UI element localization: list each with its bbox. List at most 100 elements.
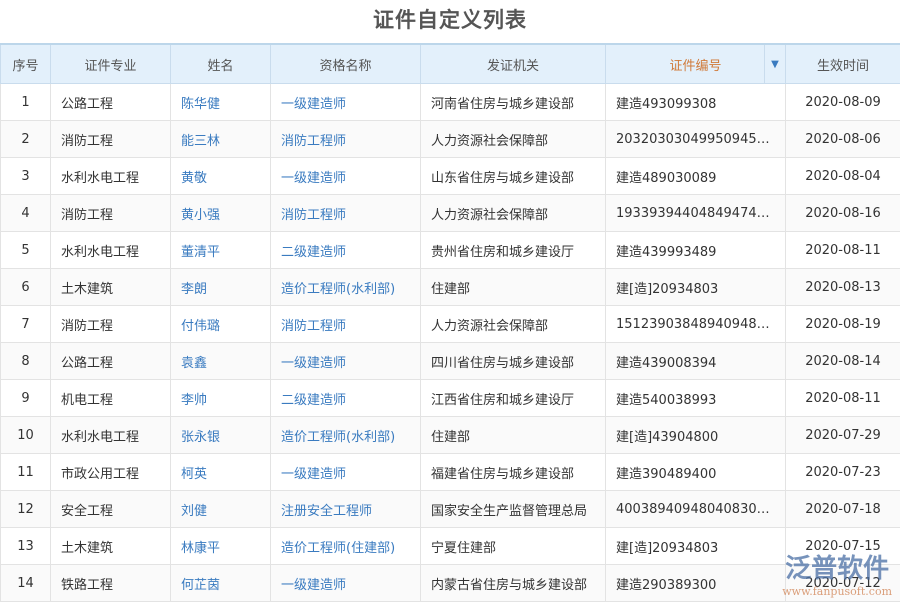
sort-dropdown-icon[interactable]: ▼ [764,45,785,83]
table-row[interactable]: 5水利水电工程董清平二级建造师贵州省住房和城乡建设厅建造439993489202… [1,232,900,269]
cell-specialty: 市政公用工程 [51,454,171,491]
column-header-issuer[interactable]: 发证机关 [421,44,606,84]
table-row[interactable]: 4消防工程黄小强消防工程师人力资源社会保障部193393944048494749… [1,195,900,232]
cell-index: 3 [1,158,51,195]
cell-effective-date: 2020-08-16 [786,195,900,232]
certificate-table: 序号证件专业姓名资格名称发证机关证件编号▼生效时间 1公路工程陈华健一级建造师河… [0,43,900,602]
cell-issuer: 人力资源社会保障部 [421,121,606,158]
cell-qualification[interactable]: 造价工程师(水利部) [271,417,421,454]
table-row[interactable]: 13土木建筑林康平造价工程师(住建部)宁夏住建部建[造]209348032020… [1,528,900,565]
cell-qualification[interactable]: 一级建造师 [271,565,421,602]
cell-effective-date: 2020-08-11 [786,232,900,269]
page-title: 证件自定义列表 [0,0,900,43]
cell-qualification[interactable]: 一级建造师 [271,454,421,491]
cell-issuer: 国家安全生产监督管理总局 [421,491,606,528]
cell-name[interactable]: 张永银 [171,417,271,454]
cell-index: 6 [1,269,51,306]
cell-name[interactable]: 刘健 [171,491,271,528]
cell-index: 10 [1,417,51,454]
cell-index: 8 [1,343,51,380]
cell-specialty: 机电工程 [51,380,171,417]
column-header-label: 证件编号 [669,59,721,74]
cell-specialty: 公路工程 [51,84,171,121]
cell-name[interactable]: 林康平 [171,528,271,565]
cell-effective-date: 2020-08-06 [786,121,900,158]
cell-specialty: 铁路工程 [51,565,171,602]
cell-specialty: 公路工程 [51,343,171,380]
table-row[interactable]: 9机电工程李帅二级建造师江西省住房和城乡建设厅建造5400389932020-0… [1,380,900,417]
cell-qualification[interactable]: 二级建造师 [271,380,421,417]
cell-cert-number: 建造439993489 [606,232,786,269]
cell-effective-date: 2020-08-14 [786,343,900,380]
cell-effective-date: 2020-08-13 [786,269,900,306]
cell-qualification[interactable]: 二级建造师 [271,232,421,269]
cell-name[interactable]: 付伟璐 [171,306,271,343]
cell-name[interactable]: 李朗 [171,269,271,306]
column-header-index[interactable]: 序号 [1,44,51,84]
table-row[interactable]: 1公路工程陈华健一级建造师河南省住房与城乡建设部建造4930993082020-… [1,84,900,121]
cell-cert-number: 19339394404849474948​3 [606,195,786,232]
column-header-cert-number[interactable]: 证件编号 ▼ [606,44,786,84]
table-row[interactable]: 10水利水电工程张永银造价工程师(水利部)住建部建[造]439048002020… [1,417,900,454]
cell-qualification[interactable]: 一级建造师 [271,84,421,121]
cell-issuer: 山东省住房与城乡建设部 [421,158,606,195]
column-header-label: 序号 [12,59,38,74]
cell-name[interactable]: 何芷茵 [171,565,271,602]
cell-cert-number: 建造390489400 [606,454,786,491]
cell-name[interactable]: 黄敬 [171,158,271,195]
column-header-specialty[interactable]: 证件专业 [51,44,171,84]
cell-qualification[interactable]: 造价工程师(水利部) [271,269,421,306]
cell-qualification[interactable]: 注册安全工程师 [271,491,421,528]
cell-specialty: 水利水电工程 [51,417,171,454]
cell-index: 11 [1,454,51,491]
cell-cert-number: 15123903848940948492​8 [606,306,786,343]
cell-cert-number: 20320303049950945800​5 [606,121,786,158]
cell-index: 7 [1,306,51,343]
cell-qualification[interactable]: 消防工程师 [271,306,421,343]
table-row[interactable]: 3水利水电工程黄敬一级建造师山东省住房与城乡建设部建造4890300892020… [1,158,900,195]
cell-index: 9 [1,380,51,417]
cell-qualification[interactable]: 造价工程师(住建部) [271,528,421,565]
column-header-effective-date[interactable]: 生效时间 [786,44,900,84]
cell-effective-date: 2020-07-23 [786,454,900,491]
cell-effective-date: 2020-08-09 [786,84,900,121]
cell-specialty: 土木建筑 [51,528,171,565]
cell-cert-number: 建造540038993 [606,380,786,417]
cell-specialty: 消防工程 [51,195,171,232]
cell-index: 5 [1,232,51,269]
cell-name[interactable]: 黄小强 [171,195,271,232]
table-row[interactable]: 2消防工程能三林消防工程师人力资源社会保障部203203030499509458… [1,121,900,158]
cell-qualification[interactable]: 一级建造师 [271,158,421,195]
cell-index: 2 [1,121,51,158]
column-header-qualification[interactable]: 资格名称 [271,44,421,84]
column-header-label: 生效时间 [817,59,869,74]
cell-cert-number: 建造290389300 [606,565,786,602]
cell-issuer: 江西省住房和城乡建设厅 [421,380,606,417]
cell-qualification[interactable]: 一级建造师 [271,343,421,380]
column-header-name[interactable]: 姓名 [171,44,271,84]
cell-index: 12 [1,491,51,528]
cell-cert-number: 400389409480408303480 [606,491,786,528]
table-row[interactable]: 6土木建筑李朗造价工程师(水利部)住建部建[造]209348032020-08-… [1,269,900,306]
cell-qualification[interactable]: 消防工程师 [271,195,421,232]
cell-index: 1 [1,84,51,121]
cell-name[interactable]: 董清平 [171,232,271,269]
table-row[interactable]: 7消防工程付伟璐消防工程师人力资源社会保障部151239038489409484… [1,306,900,343]
table-row[interactable]: 11市政公用工程柯英一级建造师福建省住房与城乡建设部建造390489400202… [1,454,900,491]
cell-qualification[interactable]: 消防工程师 [271,121,421,158]
cell-issuer: 河南省住房与城乡建设部 [421,84,606,121]
cell-name[interactable]: 李帅 [171,380,271,417]
cell-specialty: 消防工程 [51,306,171,343]
cell-effective-date: 2020-08-04 [786,158,900,195]
table-row[interactable]: 14铁路工程何芷茵一级建造师内蒙古省住房与城乡建设部建造290389300202… [1,565,900,602]
column-header-label: 证件专业 [84,59,136,74]
cell-name[interactable]: 袁鑫 [171,343,271,380]
cell-name[interactable]: 能三林 [171,121,271,158]
cell-issuer: 宁夏住建部 [421,528,606,565]
cell-name[interactable]: 陈华健 [171,84,271,121]
table-row[interactable]: 12安全工程刘健注册安全工程师国家安全生产监督管理总局4003894094804… [1,491,900,528]
cell-issuer: 贵州省住房和城乡建设厅 [421,232,606,269]
cell-issuer: 人力资源社会保障部 [421,195,606,232]
table-row[interactable]: 8公路工程袁鑫一级建造师四川省住房与城乡建设部建造4390083942020-0… [1,343,900,380]
cell-name[interactable]: 柯英 [171,454,271,491]
